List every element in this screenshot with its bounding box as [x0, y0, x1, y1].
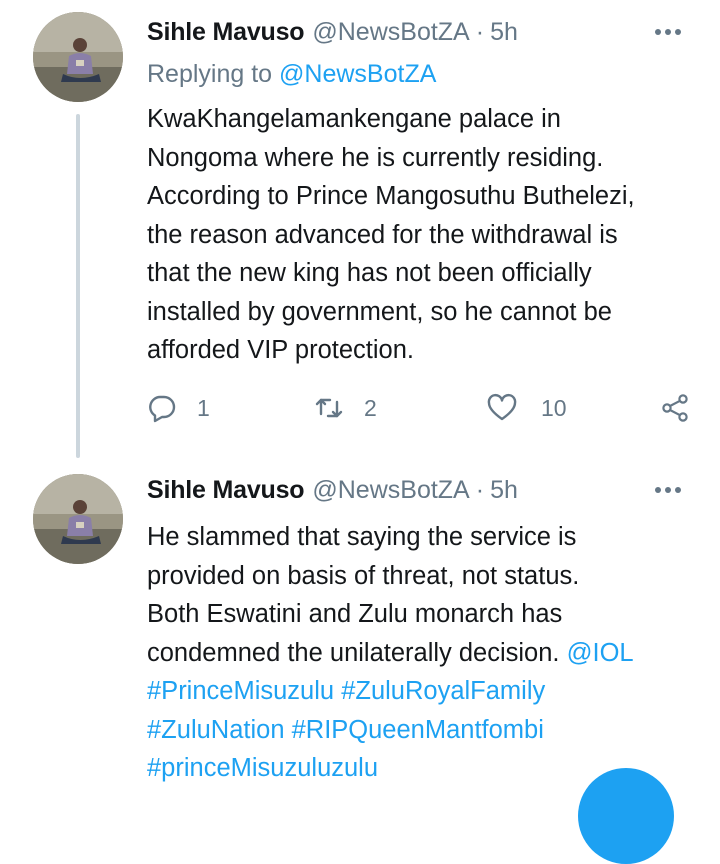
- separator: ·: [475, 475, 485, 504]
- tweet-header: Sihle Mavuso @NewsBotZA · 5h: [147, 14, 700, 50]
- author-name[interactable]: Sihle Mavuso: [147, 18, 305, 47]
- author-handle[interactable]: @NewsBotZA: [312, 18, 469, 47]
- retweet-icon: [315, 398, 343, 418]
- tweet-text-line: installed by government, so he cannot be: [147, 297, 612, 326]
- tweet-text-line: that the new king has not been officiall…: [147, 259, 592, 287]
- tweet-text-line: He slammed that saying the service is: [147, 523, 577, 551]
- tweet-text: KwaKhangelamankengane palace in Nongoma …: [147, 100, 700, 370]
- more-options-icon[interactable]: [648, 16, 688, 48]
- hashtag-line: #ZuluNation #RIPQueenMantfombi: [147, 711, 700, 750]
- hashtag-link[interactable]: #PrinceMisuzulu: [147, 677, 334, 705]
- share-icon: [662, 394, 688, 422]
- tweet-text-line: According to Prince Mangosuthu Buthelezi…: [147, 182, 635, 210]
- hashtag-link[interactable]: #ZuluNation: [147, 716, 285, 744]
- tweet-text-line: Both Eswatini and Zulu monarch has: [147, 600, 563, 628]
- avatar[interactable]: [33, 474, 123, 564]
- mention-link[interactable]: @IOL: [567, 639, 634, 667]
- reply-button[interactable]: 1: [147, 386, 210, 430]
- avatar[interactable]: [33, 12, 123, 102]
- compose-tweet-button[interactable]: [578, 768, 674, 864]
- tweet-text-line: provided on basis of threat, not status.: [147, 561, 580, 590]
- heart-icon: [487, 393, 517, 421]
- tweet-text-line: Nongoma where he is currently residing.: [147, 143, 604, 172]
- tweet-text-line: condemned the unilaterally decision. @IO…: [147, 634, 700, 673]
- tweet-text-line: the reason advanced for the withdrawal i…: [147, 220, 618, 249]
- author-handle[interactable]: @NewsBotZA: [312, 476, 469, 505]
- tweet-text-segment: condemned the unilaterally decision.: [147, 638, 560, 667]
- replying-to: Replying to @NewsBotZA: [147, 60, 436, 89]
- replying-to-handle[interactable]: @NewsBotZA: [279, 60, 436, 88]
- author-name[interactable]: Sihle Mavuso: [147, 476, 305, 505]
- avatar-image: [33, 12, 123, 102]
- timestamp[interactable]: 5h: [490, 476, 518, 505]
- avatar-image: [33, 474, 123, 564]
- tweet-actions: 1 2 10: [147, 386, 700, 430]
- tweet-header: Sihle Mavuso @NewsBotZA · 5h: [147, 472, 700, 508]
- timestamp[interactable]: 5h: [490, 18, 518, 47]
- reply-icon: [149, 395, 176, 423]
- retweet-count: 2: [364, 394, 377, 421]
- retweet-button[interactable]: 2: [314, 386, 377, 430]
- reply-count: 1: [197, 394, 210, 421]
- like-count: 10: [541, 394, 567, 421]
- more-options-icon[interactable]: [648, 474, 688, 506]
- tweet[interactable]: Sihle Mavuso @NewsBotZA · 5h Replying to…: [0, 0, 720, 460]
- hashtag-link[interactable]: #princeMisuzuluzulu: [147, 754, 378, 782]
- hashtag-link[interactable]: #RIPQueenMantfombi: [292, 716, 544, 744]
- replying-to-prefix: Replying to: [147, 60, 273, 88]
- like-button[interactable]: 10: [487, 386, 567, 430]
- hashtag-line: #PrinceMisuzulu #ZuluRoyalFamily: [147, 672, 700, 711]
- tweet[interactable]: Sihle Mavuso @NewsBotZA · 5h He slammed …: [0, 460, 720, 789]
- tweet-text: He slammed that saying the service is pr…: [147, 518, 700, 788]
- hashtag-link[interactable]: #ZuluRoyalFamily: [341, 677, 545, 705]
- tweet-text-line: afforded VIP protection.: [147, 336, 414, 364]
- separator: ·: [475, 17, 485, 46]
- thread-line: [76, 114, 80, 458]
- share-button[interactable]: [660, 386, 690, 430]
- tweet-text-line: KwaKhangelamankengane palace in: [147, 105, 561, 133]
